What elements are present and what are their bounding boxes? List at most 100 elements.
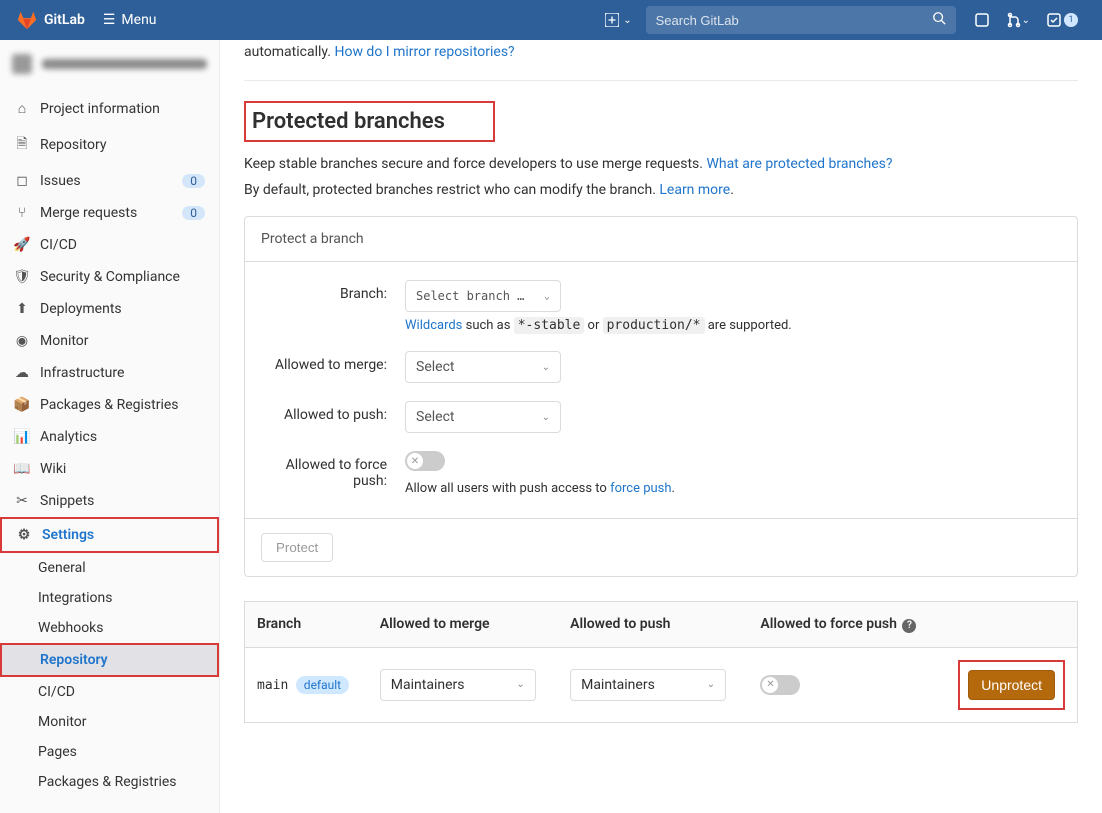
sidebar-item-snippets[interactable]: ✂Snippets: [0, 485, 219, 517]
merge-label: Allowed to merge:: [265, 351, 405, 383]
push-label: Allowed to push:: [265, 401, 405, 433]
search-input[interactable]: [656, 13, 932, 28]
sidebar-item-deployments[interactable]: ⬆Deployments: [0, 293, 219, 325]
chevron-down-icon: ⌄: [544, 291, 550, 302]
scissors-icon: ✂: [14, 493, 30, 509]
mirror-partial-text: automatically. How do I mirror repositor…: [244, 44, 1078, 60]
sidebar-item-analytics[interactable]: 📊Analytics: [0, 421, 219, 453]
menu-label: Menu: [121, 12, 156, 28]
toggle-off-icon: ✕: [407, 453, 423, 469]
deploy-icon: ⬆: [14, 301, 30, 317]
protected-branches-table: Branch Allowed to merge Allowed to push …: [244, 601, 1078, 723]
sidebar-item-wiki[interactable]: 📖Wiki: [0, 453, 219, 485]
menu-button[interactable]: ☰ Menu: [103, 12, 157, 28]
force-push-hint: Allow all users with push access to forc…: [405, 481, 1057, 496]
mirror-help-link[interactable]: How do I mirror repositories?: [334, 44, 514, 60]
main-content: automatically. How do I mirror repositor…: [220, 40, 1102, 813]
settings-sub-webhooks[interactable]: Webhooks: [0, 613, 219, 643]
learn-more-link[interactable]: Learn more: [659, 182, 730, 198]
top-nav: GitLab ☰ Menu ⌄ ⌄ 1: [0, 0, 1102, 40]
th-branch: Branch: [245, 602, 368, 648]
todos-count: 1: [1064, 13, 1078, 27]
sidebar-item-security[interactable]: 🛡Security & Compliance: [0, 261, 219, 293]
wildcards-link[interactable]: Wildcards: [405, 318, 462, 333]
sidebar-item-issues[interactable]: ◻Issues0: [0, 165, 219, 197]
package-icon: 📦: [14, 397, 30, 413]
force-push-link[interactable]: force push: [610, 481, 671, 496]
brand-text: GitLab: [44, 12, 85, 28]
gear-icon: ⚙: [16, 527, 32, 543]
branch-select[interactable]: Select branch … ⌄: [405, 280, 561, 312]
chevron-down-icon: ⌄: [542, 362, 550, 373]
file-icon: 🗎: [14, 133, 30, 157]
section-desc-2: By default, protected branches restrict …: [244, 182, 1078, 198]
section-heading: Protected branches: [252, 109, 445, 134]
gitlab-logo[interactable]: GitLab: [16, 9, 85, 31]
allowed-merge-select[interactable]: Select ⌄: [405, 351, 561, 383]
allowed-push-select[interactable]: Select ⌄: [405, 401, 561, 433]
todos-icon[interactable]: 1: [1046, 12, 1078, 28]
settings-sub-cicd[interactable]: CI/CD: [0, 677, 219, 707]
unprotect-button[interactable]: Unprotect: [968, 670, 1055, 700]
sidebar-item-project-info[interactable]: ⌂Project information: [0, 92, 219, 125]
settings-sub-packages[interactable]: Packages & Registries: [0, 767, 219, 797]
merge-requests-icon[interactable]: ⌄: [1006, 12, 1030, 28]
default-badge: default: [296, 676, 349, 694]
heading-highlight-box: Protected branches: [244, 101, 495, 142]
sidebar-item-repository[interactable]: 🗎Repository: [0, 125, 219, 165]
merge-icon: ⑂: [14, 205, 30, 221]
row-merge-select[interactable]: Maintainers ⌄: [380, 669, 536, 701]
shield-icon: 🛡: [14, 269, 30, 285]
issues-icon[interactable]: [974, 12, 990, 28]
row-push-select[interactable]: Maintainers ⌄: [570, 669, 726, 701]
th-merge: Allowed to merge: [368, 602, 558, 648]
chevron-down-icon: ⌄: [542, 412, 550, 423]
settings-sub-repository[interactable]: Repository: [0, 643, 219, 677]
chevron-down-icon: ⌄: [623, 15, 631, 26]
create-new-button[interactable]: ⌄: [605, 13, 631, 27]
chart-icon: 📊: [14, 429, 30, 445]
unprotect-highlight-box: Unprotect: [958, 660, 1065, 710]
sidebar-item-merge-requests[interactable]: ⑂Merge requests0: [0, 197, 219, 229]
help-icon[interactable]: ?: [902, 619, 916, 633]
sidebar: ⌂Project information 🗎Repository ◻Issues…: [0, 40, 220, 813]
gitlab-icon: [16, 9, 38, 31]
wildcards-hint: Wildcards such as *-stable or production…: [405, 318, 1057, 333]
panel-header: Protect a branch: [245, 217, 1077, 262]
sidebar-item-monitor[interactable]: ◉Monitor: [0, 325, 219, 357]
monitor-icon: ◉: [14, 333, 30, 349]
force-push-toggle[interactable]: ✕: [405, 451, 445, 471]
chevron-down-icon: ⌄: [707, 679, 715, 690]
what-are-link[interactable]: What are protected branches?: [706, 156, 892, 172]
rocket-icon: 🚀: [14, 237, 30, 253]
home-icon: ⌂: [14, 100, 30, 117]
settings-sub-integrations[interactable]: Integrations: [0, 583, 219, 613]
search-icon: [932, 11, 946, 29]
table-row: main default Maintainers ⌄ Maintainers ⌄: [245, 647, 1078, 722]
th-push: Allowed to push: [558, 602, 748, 648]
sidebar-item-packages[interactable]: 📦Packages & Registries: [0, 389, 219, 421]
protect-branch-panel: Protect a branch Branch: Select branch ……: [244, 216, 1078, 577]
hamburger-icon: ☰: [103, 12, 116, 28]
book-icon: 📖: [14, 461, 30, 477]
sidebar-item-cicd[interactable]: 🚀CI/CD: [0, 229, 219, 261]
cloud-icon: ☁: [14, 365, 30, 381]
divider: [244, 80, 1078, 81]
row-force-push-toggle[interactable]: ✕: [760, 675, 800, 695]
sidebar-item-infrastructure[interactable]: ☁Infrastructure: [0, 357, 219, 389]
toggle-off-icon: ✕: [762, 677, 778, 693]
chevron-down-icon: ⌄: [1022, 15, 1030, 26]
issue-icon: ◻: [14, 173, 30, 189]
chevron-down-icon: ⌄: [516, 679, 524, 690]
sidebar-item-settings[interactable]: ⚙Settings: [0, 517, 219, 553]
project-header-blurred: [0, 40, 219, 92]
search-box[interactable]: [646, 6, 956, 34]
branch-label: Branch:: [265, 280, 405, 333]
plus-icon: [605, 13, 619, 27]
force-push-label: Allowed to force push:: [265, 451, 405, 496]
settings-sub-monitor[interactable]: Monitor: [0, 707, 219, 737]
settings-sub-general[interactable]: General: [0, 553, 219, 583]
protect-button[interactable]: Protect: [261, 533, 333, 562]
settings-sub-pages[interactable]: Pages: [0, 737, 219, 767]
branch-name: main: [257, 678, 288, 693]
